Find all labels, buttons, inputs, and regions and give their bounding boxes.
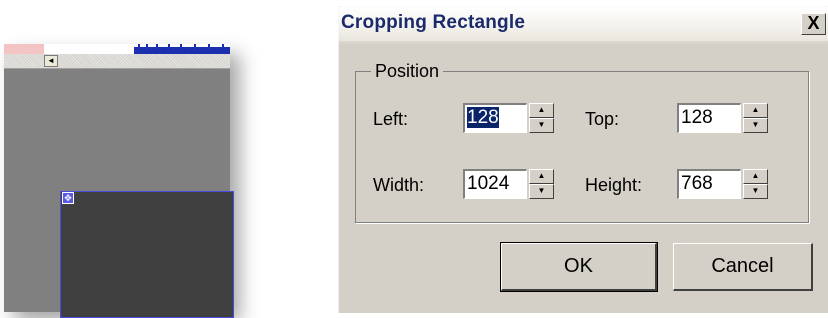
left-spinbox[interactable]: 128 ▲ ▼	[463, 103, 555, 133]
left-down-arrow-icon[interactable]: ▼	[529, 118, 554, 133]
width-label: Width:	[373, 175, 425, 195]
ruler-marker-bar	[134, 44, 230, 54]
ruler-tick	[194, 44, 196, 48]
ruler-strip	[4, 44, 230, 54]
top-down-arrow-icon[interactable]: ▼	[743, 118, 768, 133]
left-input[interactable]: 128	[463, 103, 527, 133]
ruler-highlight	[4, 44, 44, 54]
left-up-arrow-icon[interactable]: ▲	[529, 103, 554, 118]
close-button[interactable]: X	[801, 13, 826, 35]
ruler-tick	[180, 44, 182, 48]
crop-rectangle[interactable]	[60, 191, 234, 318]
left-spin-buttons[interactable]: ▲ ▼	[529, 103, 554, 133]
scroll-left-button[interactable]: ◄	[44, 55, 58, 67]
width-down-arrow-icon[interactable]: ▼	[529, 184, 554, 199]
ruler-tick	[146, 44, 148, 48]
height-label: Height:	[585, 175, 643, 195]
height-down-arrow-icon[interactable]: ▼	[743, 184, 768, 199]
ruler-tick	[156, 44, 158, 48]
ok-button[interactable]: OK	[500, 242, 658, 292]
ruler-tick	[222, 44, 224, 48]
dialog-titlebar[interactable]: Cropping Rectangle X	[339, 7, 828, 41]
width-input[interactable]: 1024	[463, 169, 527, 199]
height-spin-buttons[interactable]: ▲ ▼	[743, 169, 768, 199]
cancel-button[interactable]: Cancel	[673, 243, 813, 291]
width-spin-buttons[interactable]: ▲ ▼	[529, 169, 554, 199]
height-input[interactable]: 768	[677, 169, 741, 199]
top-label: Top:	[585, 109, 620, 129]
top-spinbox[interactable]: 128 ▲ ▼	[677, 103, 769, 133]
position-group	[355, 71, 809, 223]
dialog-title: Cropping Rectangle	[341, 12, 526, 33]
width-up-arrow-icon[interactable]: ▲	[529, 169, 554, 184]
top-input[interactable]: 128	[677, 103, 741, 133]
move-handle-icon[interactable]: ✥	[62, 192, 74, 204]
left-value: 128	[467, 107, 499, 128]
ruler-tick	[168, 44, 170, 48]
left-label: Left:	[373, 109, 409, 129]
top-spin-buttons[interactable]: ▲ ▼	[743, 103, 768, 133]
height-up-arrow-icon[interactable]: ▲	[743, 169, 768, 184]
height-spinbox[interactable]: 768 ▲ ▼	[677, 169, 769, 199]
cropping-rectangle-dialog: Cropping Rectangle X Position Left: 128 …	[338, 6, 828, 313]
horizontal-scrollbar[interactable]: ◄	[4, 54, 230, 69]
position-group-label: Position	[371, 61, 444, 82]
width-spinbox[interactable]: 1024 ▲ ▼	[463, 169, 555, 199]
ruler-tick	[208, 44, 210, 48]
image-editor-window: ◄ ✥	[4, 44, 234, 318]
ruler-tick	[138, 44, 140, 48]
top-up-arrow-icon[interactable]: ▲	[743, 103, 768, 118]
